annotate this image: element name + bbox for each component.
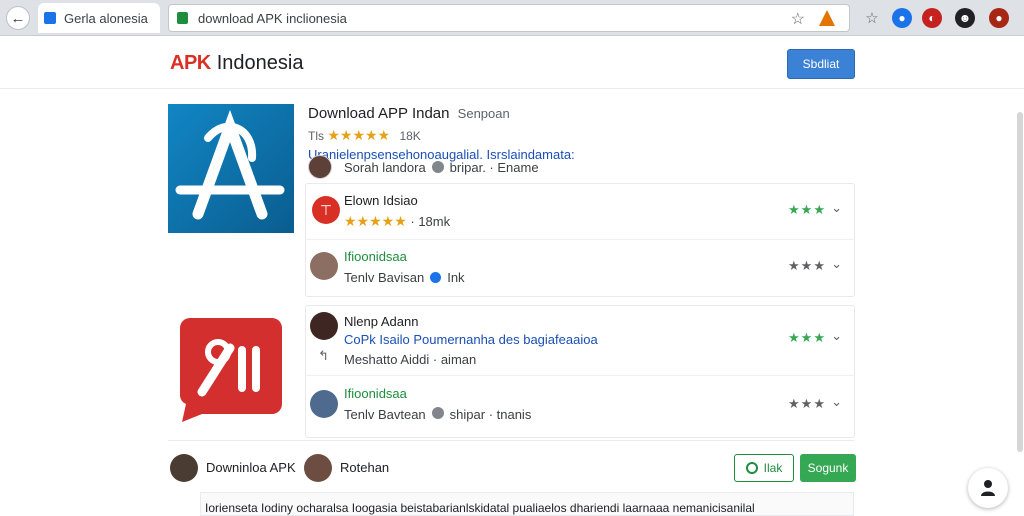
tab-favicon-icon [44, 12, 56, 24]
app-title-muted: Senpoan [457, 106, 510, 121]
list-item[interactable]: Ifioonidsaa Tenlv Bavtean shipar · tnanis… [306, 376, 854, 438]
app-icon-large[interactable] [168, 104, 294, 233]
user-avatar [310, 252, 338, 280]
browser-toolbar: ← Gerla alonesia download APK inclionesi… [0, 0, 1024, 36]
rating-stars-icon: ★★★ [788, 258, 826, 273]
letter-a-logo-icon [175, 109, 285, 220]
share-arrow-icon[interactable]: ↰ [318, 348, 329, 364]
star-rating-icon: ★★★★★ [327, 127, 391, 143]
list-item[interactable]: Ifioonidsaa Tenlv Bavisan Ink ★★★ ⌄ [306, 240, 854, 296]
section-divider [168, 440, 854, 441]
app-badge-icon: ⊤ [312, 196, 340, 224]
header-action-button[interactable]: Sbdliat [787, 49, 855, 79]
star-rating-icon: ★★★★★ [344, 213, 407, 229]
developer-meta: bripar. · Ename [449, 159, 539, 175]
row-title: Elown Idsiao [344, 193, 418, 208]
url-text: download APK inclionesia [198, 10, 347, 26]
rating-stars-icon: ★★★ [788, 396, 826, 411]
developer-name[interactable]: Sorah landora [344, 160, 426, 175]
site-logo[interactable]: APK Indonesia [170, 52, 303, 75]
secondary-button[interactable]: Ilak [734, 454, 794, 482]
info-dot-icon [431, 407, 444, 419]
list-item[interactable]: Nlenp Adann CoPk Isailo Poumernanha des … [306, 306, 854, 376]
rating-count: 18K [399, 129, 421, 143]
circle-check-icon [745, 462, 758, 474]
row-sub-count: · 18mk [410, 214, 451, 229]
profile-avatar-icon[interactable]: ● [989, 8, 1009, 28]
row-sub: Tenlv Bavtean shipar · tnanis [344, 407, 531, 422]
chevron-down-icon[interactable]: ⌄ [831, 394, 842, 410]
app-rating-row: Tls ★★★★★ 18K [308, 127, 575, 144]
row-title: Nlenp Adann [344, 314, 419, 329]
verified-icon [430, 272, 442, 283]
user-fab-icon[interactable] [968, 468, 1008, 508]
rating-stars-icon: ★★★ [788, 202, 826, 217]
chevron-down-icon[interactable]: ⌄ [831, 328, 842, 344]
row-sub: Tenlv Bavisan Ink [344, 270, 465, 285]
tools-logo-icon [180, 318, 282, 422]
logo-name-text: Indonesia [216, 52, 304, 74]
bottom-action-bar: Downinloa APK Rotehan Ilak Sogunk [168, 452, 858, 484]
site-header: APK Indonesia Sbdliat [0, 37, 1024, 89]
user-avatar [310, 312, 338, 340]
bottom-left-label: Downinloa APK [206, 460, 296, 475]
info-dot-icon [431, 161, 444, 173]
bottom-right-label: Rotehan [340, 460, 390, 475]
row-sub: ★★★★★ · 18mk [344, 213, 450, 230]
developer-row: Sorah landora bripar. · Ename [308, 155, 539, 179]
extension-blue-icon[interactable]: ● [892, 8, 912, 28]
bookmark-star-icon[interactable]: ☆ [862, 8, 882, 28]
chevron-down-icon[interactable]: ⌄ [831, 256, 842, 272]
app-icon-second[interactable] [168, 308, 288, 426]
rating-stars-icon: ★★★ [788, 330, 826, 345]
row-sub-author: Tenlv Bavtean [344, 407, 426, 422]
back-arrow-icon[interactable]: ← [6, 6, 30, 30]
app-title-block: Download APP Indan Senpoan Tls ★★★★★ 18K… [308, 105, 575, 162]
secondary-button-label: Ilak [763, 461, 783, 475]
tab-title: Gerla alonesia [64, 10, 148, 26]
warning-triangle-icon[interactable] [819, 10, 835, 26]
list-item[interactable]: ⊤ Elown Idsiao ★★★★★ · 18mk ★★★ ⌄ [306, 184, 854, 240]
extension-dark-icon[interactable]: ☻ [955, 8, 975, 28]
chevron-down-icon[interactable]: ⌄ [831, 200, 842, 216]
row-sub-extra: Ink [447, 270, 465, 285]
row-sub-extra: shipar · tnanis [449, 407, 532, 422]
user-avatar[interactable] [304, 454, 332, 482]
app-title: Download APP Indan Senpoan [308, 105, 575, 122]
row-title: Ifioonidsaa [344, 249, 407, 264]
user-avatar[interactable] [170, 454, 198, 482]
row-title: Ifioonidsaa [344, 386, 407, 401]
scrollbar[interactable] [1017, 112, 1023, 452]
browser-tab[interactable]: Gerla alonesia [38, 3, 160, 33]
review-card-bottom: Nlenp Adann CoPk Isailo Poumernanha des … [305, 305, 855, 438]
developer-avatar[interactable] [308, 155, 332, 179]
user-avatar [310, 390, 338, 418]
rating-label: Tls [308, 129, 324, 143]
row-title-link[interactable]: CoPk Isailo Poumernanha des bagiafeaaioa [344, 332, 598, 347]
extension-red-icon[interactable]: ◐ [922, 8, 942, 28]
star-icon[interactable]: ☆ [791, 9, 805, 29]
lock-icon [177, 12, 188, 24]
address-bar[interactable]: download APK inclionesia ☆ [168, 4, 850, 32]
logo-apk-text: APK [170, 52, 211, 74]
row-sub: Meshatto Aiddi · aiman [344, 352, 477, 367]
review-card-top: ⊤ Elown Idsiao ★★★★★ · 18mk ★★★ ⌄ Ifioon… [305, 183, 855, 297]
row-sub-author: Tenlv Bavisan [344, 270, 425, 285]
person-icon [981, 480, 995, 496]
primary-button[interactable]: Sogunk [800, 454, 856, 482]
description-text: Iorienseta Iodiny ocharalsa Ioogasia bei… [200, 492, 854, 516]
app-title-text: Download APP Indan [308, 105, 450, 122]
